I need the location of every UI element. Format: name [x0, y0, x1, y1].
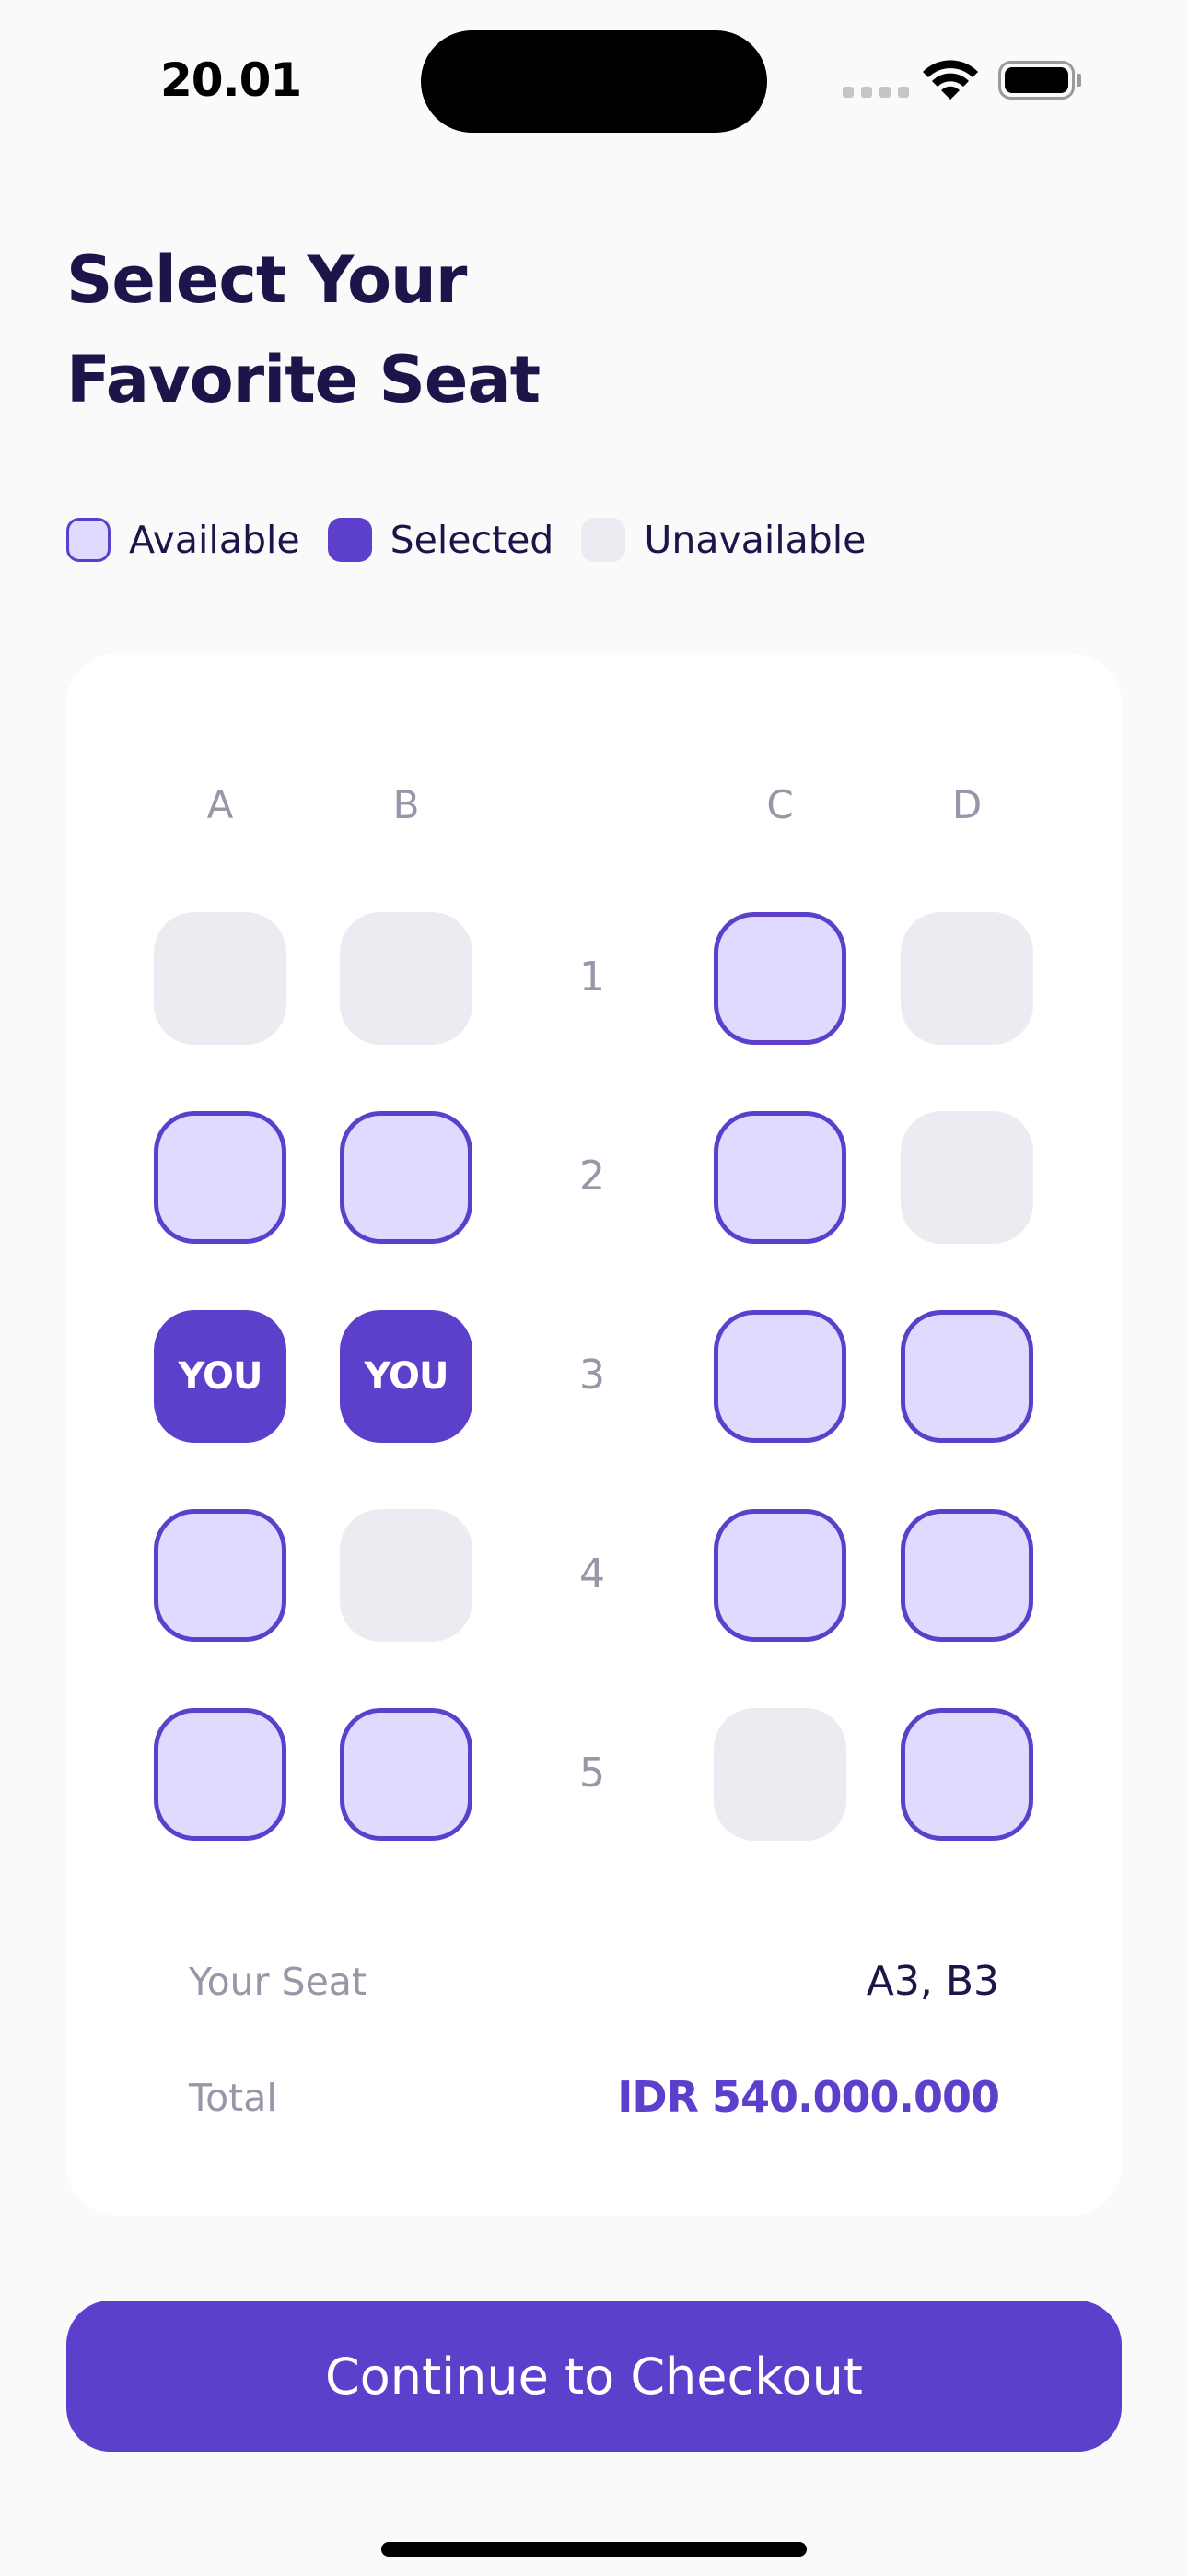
seat-c1[interactable] [714, 912, 846, 1045]
row-number-3: 3 [579, 1352, 605, 1399]
legend-unavailable-label: Unavailable [644, 518, 867, 562]
status-time: 20.01 [160, 53, 302, 107]
legend-available-swatch [66, 518, 111, 562]
total-price: IDR 540.000.000 [617, 2072, 1000, 2122]
row-number-5: 5 [579, 1750, 605, 1797]
your-seat-label: Your Seat [189, 1960, 367, 2004]
seat-d1 [901, 912, 1033, 1045]
seat-b4 [340, 1509, 472, 1642]
legend-unavailable: Unavailable [581, 518, 866, 562]
seat-c2[interactable] [714, 1111, 846, 1244]
dynamic-island [421, 30, 767, 133]
page-title-line1: Select Your [66, 242, 467, 318]
seat-selection-screen: 20.01 Select Your Favorite Seat Availabl… [0, 0, 1188, 2576]
seat-d2 [901, 1111, 1033, 1244]
seat-b1 [340, 912, 472, 1045]
seat-a2[interactable] [154, 1111, 286, 1244]
seat-b5[interactable] [340, 1708, 472, 1841]
seat-a1 [154, 912, 286, 1045]
row-number-1: 1 [579, 954, 605, 1001]
legend-selected: Selected [327, 518, 554, 562]
seat-c3[interactable] [714, 1310, 846, 1443]
total-label: Total [189, 2076, 277, 2120]
legend-selected-label: Selected [390, 518, 554, 562]
seat-legend: Available Selected Unavailable [66, 514, 893, 566]
cellular-signal-icon [843, 87, 909, 98]
legend-selected-swatch [327, 518, 372, 562]
column-header-d: D [951, 782, 983, 827]
seat-b2[interactable] [340, 1111, 472, 1244]
legend-unavailable-swatch [581, 518, 626, 562]
battery-icon [998, 61, 1081, 100]
seat-a3[interactable]: YOU [154, 1310, 286, 1443]
seat-d5[interactable] [901, 1708, 1033, 1841]
seat-you-label: YOU [178, 1355, 262, 1398]
seat-map-card: A B C D 1 2 3 YOU YOU 4 5 Your Seat A3, B3 Tot… [66, 653, 1122, 2216]
seat-a5[interactable] [154, 1708, 286, 1841]
seat-c4[interactable] [714, 1509, 846, 1642]
row-number-2: 2 [579, 1153, 605, 1200]
column-header-c: C [766, 782, 794, 827]
page-title: Select Your Favorite Seat [66, 230, 541, 429]
page-title-line2: Favorite Seat [66, 342, 541, 417]
seat-b3[interactable]: YOU [340, 1310, 472, 1443]
your-seat-value: A3, B3 [866, 1958, 999, 2005]
legend-available: Available [66, 518, 300, 562]
seat-d3[interactable] [901, 1310, 1033, 1443]
seat-d4[interactable] [901, 1509, 1033, 1642]
row-number-4: 4 [579, 1551, 605, 1598]
legend-available-label: Available [129, 518, 300, 562]
column-header-a: A [206, 782, 234, 827]
wifi-icon [923, 60, 978, 100]
home-indicator [381, 2542, 807, 2557]
seat-a4[interactable] [154, 1509, 286, 1642]
continue-to-checkout-button[interactable]: Continue to Checkout [66, 2301, 1122, 2452]
seat-c5 [714, 1708, 846, 1841]
seat-you-label: YOU [364, 1355, 448, 1398]
column-header-b: B [392, 782, 420, 827]
